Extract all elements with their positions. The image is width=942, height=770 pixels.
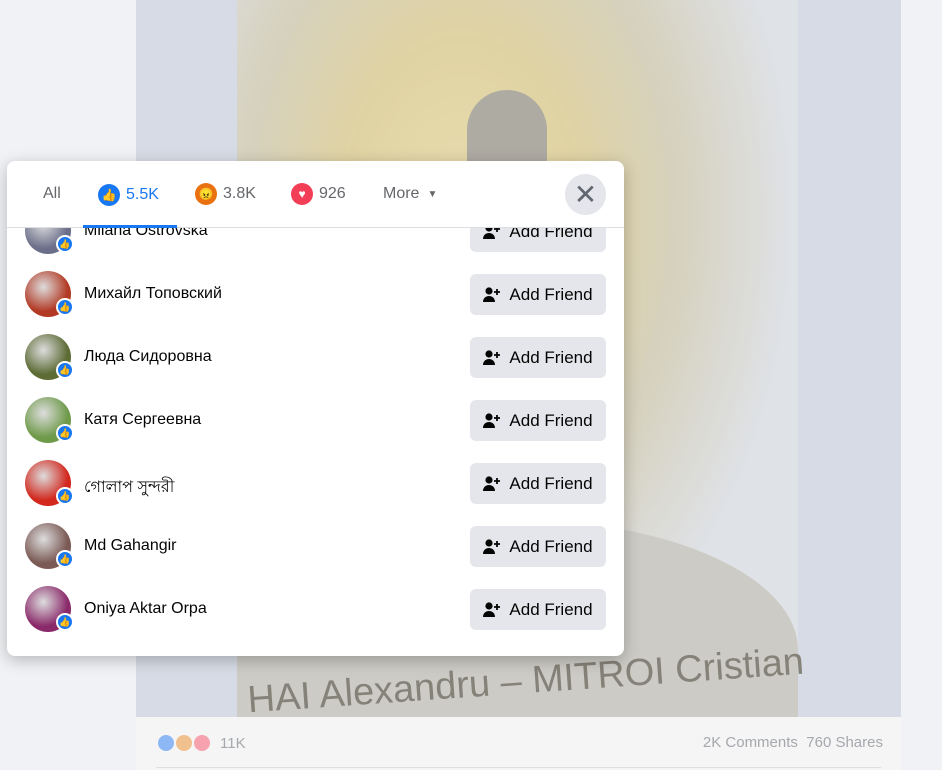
add-friend-icon	[483, 475, 501, 491]
angry-icon: 😠	[195, 183, 217, 205]
person-name[interactable]: গোলাপ সুন্দরী	[84, 474, 174, 501]
list-item: 👍 Катя Сергеевна Add Friend	[7, 389, 624, 452]
like-badge-icon: 👍	[56, 298, 74, 316]
add-friend-icon	[483, 538, 501, 554]
love-icon: ♥	[291, 183, 313, 205]
like-badge-icon: 👍	[56, 424, 74, 442]
love-icon	[192, 733, 212, 753]
person-name[interactable]: Михайл Топовский	[84, 285, 222, 303]
add-friend-button[interactable]: Add Friend	[470, 526, 606, 567]
list-item: 👍 Oniya Aktar Orpa Add Friend	[7, 578, 624, 641]
tab-all[interactable]: All	[43, 161, 61, 227]
reaction-summary[interactable]: 11K	[156, 733, 246, 753]
tab-like[interactable]: 👍 5.5K	[83, 161, 177, 228]
tab-label: 5.5K	[126, 185, 159, 203]
add-friend-button[interactable]: Add Friend	[470, 274, 606, 315]
button-label: Add Friend	[509, 284, 593, 304]
like-icon	[156, 733, 176, 753]
add-friend-button[interactable]: Add Friend	[470, 589, 606, 630]
tab-label: More	[383, 185, 420, 202]
person-name[interactable]: Oniya Aktar Orpa	[84, 600, 207, 618]
angry-icon	[174, 733, 194, 753]
list-item: 👍 Md Gahangir Add Friend	[7, 515, 624, 578]
add-friend-button[interactable]: Add Friend	[470, 228, 606, 252]
like-badge-icon: 👍	[56, 613, 74, 631]
like-icon: 👍	[98, 183, 120, 206]
list-item: 👍 Люда Сидоровна Add Friend	[7, 326, 624, 389]
add-friend-icon	[483, 286, 501, 302]
add-friend-icon	[483, 349, 501, 365]
caret-down-icon: ▼	[427, 188, 438, 200]
reaction-count: 11K	[220, 734, 246, 752]
post-footer: 11K 2K Comments 760 Shares	[136, 717, 901, 770]
divider	[156, 767, 881, 768]
people-list[interactable]: 👍 Milana Ostrovska Add Friend 👍 Михайл Т…	[7, 228, 624, 656]
add-friend-icon	[483, 228, 501, 239]
person-name[interactable]: Milana Ostrovska	[84, 228, 208, 240]
button-label: Add Friend	[509, 473, 593, 493]
like-badge-icon: 👍	[56, 487, 74, 505]
tab-label: 3.8K	[223, 185, 256, 202]
like-badge-icon: 👍	[56, 361, 74, 379]
button-label: Add Friend	[509, 599, 593, 619]
reaction-tabs: All 👍 5.5K 😠 3.8K ♥ 926 More ▼ ✕	[7, 161, 624, 228]
tab-label: All	[43, 185, 61, 202]
tab-label: 926	[319, 185, 346, 202]
list-item: 👍 Михайл Топовский Add Friend	[7, 263, 624, 326]
tab-love[interactable]: ♥ 926	[291, 161, 346, 227]
add-friend-icon	[483, 412, 501, 428]
list-item: 👍 Milana Ostrovska Add Friend	[7, 228, 624, 263]
add-friend-button[interactable]: Add Friend	[470, 463, 606, 504]
person-name[interactable]: Люда Сидоровна	[84, 348, 212, 366]
tab-more[interactable]: More ▼	[383, 161, 437, 227]
person-name[interactable]: Md Gahangir	[84, 537, 177, 555]
close-button[interactable]: ✕	[565, 174, 606, 215]
tab-angry[interactable]: 😠 3.8K	[195, 161, 256, 227]
add-friend-button[interactable]: Add Friend	[470, 400, 606, 441]
list-item: 👍 গোলাপ সুন্দরী Add Friend	[7, 452, 624, 515]
button-label: Add Friend	[509, 228, 593, 241]
button-label: Add Friend	[509, 410, 593, 430]
button-label: Add Friend	[509, 347, 593, 367]
button-label: Add Friend	[509, 536, 593, 556]
comments-link[interactable]: 2K Comments	[703, 734, 798, 751]
reactions-dialog: All 👍 5.5K 😠 3.8K ♥ 926 More ▼ ✕ 👍 Milana Os…	[7, 161, 624, 656]
like-badge-icon: 👍	[56, 235, 74, 253]
shares-link[interactable]: 760 Shares	[806, 734, 883, 751]
like-badge-icon: 👍	[56, 550, 74, 568]
add-friend-icon	[483, 601, 501, 617]
close-icon: ✕	[573, 179, 598, 210]
person-name[interactable]: Катя Сергеевна	[84, 411, 201, 429]
add-friend-button[interactable]: Add Friend	[470, 337, 606, 378]
